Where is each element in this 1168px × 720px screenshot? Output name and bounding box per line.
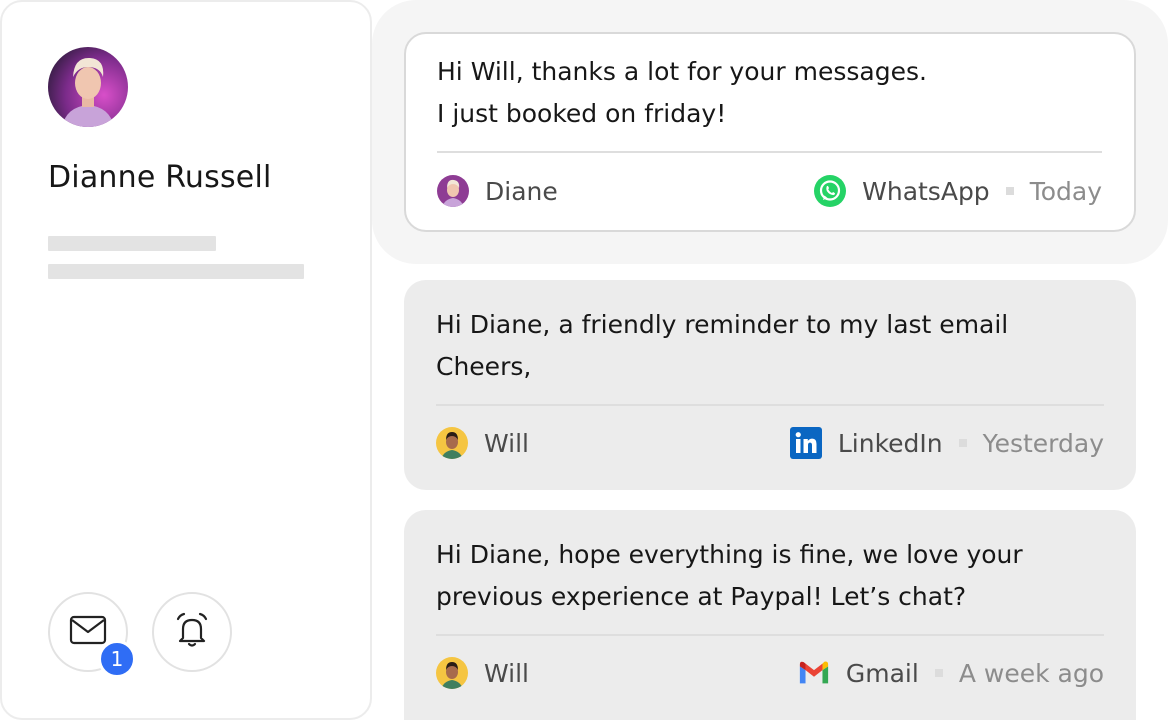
gmail-icon xyxy=(798,657,830,689)
profile-name: Dianne Russell xyxy=(48,160,272,195)
channel-name: WhatsApp xyxy=(862,176,990,206)
mail-badge: 1 xyxy=(98,640,136,678)
message-meta: Diane WhatsApp Today xyxy=(437,171,1102,211)
message-line-2: Cheers, xyxy=(436,352,532,381)
message-time: A week ago xyxy=(958,658,1104,688)
message-line-1: Hi Diane, a friendly reminder to my last… xyxy=(436,310,1009,339)
message-time: Today xyxy=(1029,176,1102,206)
skeleton-line-1 xyxy=(48,236,216,251)
message-card-whatsapp[interactable]: Hi Will, thanks a lot for your messages.… xyxy=(404,32,1136,232)
message-line-1: Hi Will, thanks a lot for your messages. xyxy=(437,57,927,86)
message-card-gmail[interactable]: Hi Diane, hope everything is fine, we lo… xyxy=(404,510,1136,720)
profile-avatar[interactable] xyxy=(48,47,128,127)
separator-dot xyxy=(934,669,943,677)
divider xyxy=(436,634,1104,636)
channel-name: LinkedIn xyxy=(837,428,943,458)
mail-icon xyxy=(69,615,107,649)
message-line-2: previous experience at Paypal! Let’s cha… xyxy=(436,582,967,611)
message-meta: Will Gmail A week ago xyxy=(436,653,1104,693)
sender-avatar xyxy=(436,427,468,459)
separator-dot xyxy=(958,439,967,447)
skeleton-line-2 xyxy=(48,264,304,279)
divider xyxy=(436,404,1104,406)
message-line-2: I just booked on friday! xyxy=(437,99,727,128)
message-text: Hi Will, thanks a lot for your messages.… xyxy=(437,51,1102,135)
message-line-1: Hi Diane, hope everything is fine, we lo… xyxy=(436,540,1023,569)
message-card-linkedin[interactable]: Hi Diane, a friendly reminder to my last… xyxy=(404,280,1136,490)
bell-button[interactable] xyxy=(152,592,232,672)
channel-name: Gmail xyxy=(845,658,919,688)
divider xyxy=(437,151,1102,153)
message-time: Yesterday xyxy=(982,428,1104,458)
sender-avatar xyxy=(437,175,469,207)
bell-icon xyxy=(172,610,212,654)
whatsapp-icon xyxy=(814,175,847,207)
sender-name: Will xyxy=(484,658,530,688)
sender-name: Diane xyxy=(485,176,558,206)
linkedin-icon xyxy=(789,427,822,459)
sender-avatar xyxy=(436,657,468,689)
message-text: Hi Diane, hope everything is fine, we lo… xyxy=(436,534,1104,618)
sender-name: Will xyxy=(484,428,530,458)
message-meta: Will LinkedIn Yesterday xyxy=(436,423,1104,463)
separator-dot xyxy=(1005,187,1014,195)
message-text: Hi Diane, a friendly reminder to my last… xyxy=(436,304,1104,388)
